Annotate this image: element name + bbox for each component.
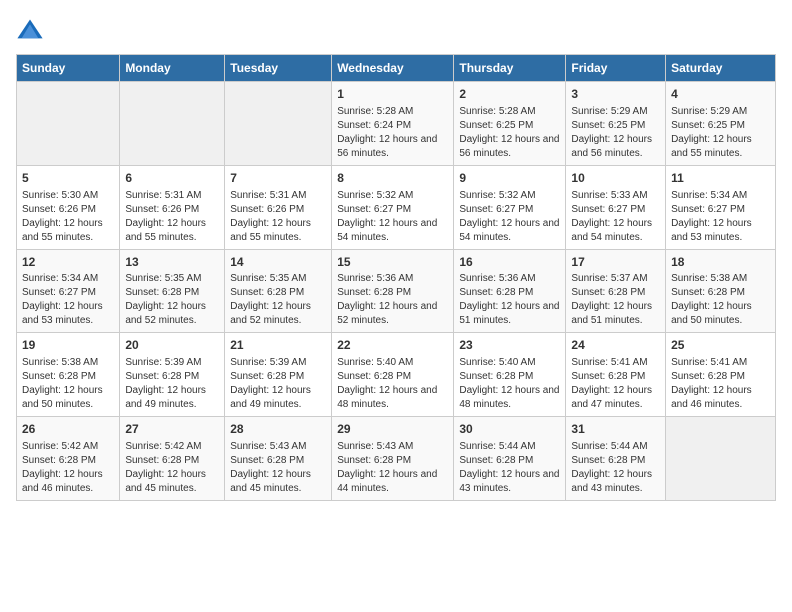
day-cell: 4Sunrise: 5:29 AM Sunset: 6:25 PM Daylig… (666, 82, 776, 166)
day-number: 7 (230, 170, 326, 187)
day-cell: 12Sunrise: 5:34 AM Sunset: 6:27 PM Dayli… (17, 249, 120, 333)
day-number: 8 (337, 170, 448, 187)
day-cell: 16Sunrise: 5:36 AM Sunset: 6:28 PM Dayli… (454, 249, 566, 333)
day-number: 24 (571, 337, 660, 354)
day-cell: 10Sunrise: 5:33 AM Sunset: 6:27 PM Dayli… (566, 165, 666, 249)
day-cell: 1Sunrise: 5:28 AM Sunset: 6:24 PM Daylig… (332, 82, 454, 166)
day-cell: 17Sunrise: 5:37 AM Sunset: 6:28 PM Dayli… (566, 249, 666, 333)
header-cell-monday: Monday (120, 55, 225, 82)
day-cell: 9Sunrise: 5:32 AM Sunset: 6:27 PM Daylig… (454, 165, 566, 249)
day-number: 9 (459, 170, 560, 187)
day-number: 18 (671, 254, 770, 271)
day-cell: 20Sunrise: 5:39 AM Sunset: 6:28 PM Dayli… (120, 333, 225, 417)
calendar-table: SundayMondayTuesdayWednesdayThursdayFrid… (16, 54, 776, 501)
day-number: 26 (22, 421, 114, 438)
day-cell: 3Sunrise: 5:29 AM Sunset: 6:25 PM Daylig… (566, 82, 666, 166)
day-cell: 6Sunrise: 5:31 AM Sunset: 6:26 PM Daylig… (120, 165, 225, 249)
day-number: 3 (571, 86, 660, 103)
day-cell: 15Sunrise: 5:36 AM Sunset: 6:28 PM Dayli… (332, 249, 454, 333)
day-cell: 25Sunrise: 5:41 AM Sunset: 6:28 PM Dayli… (666, 333, 776, 417)
day-number: 17 (571, 254, 660, 271)
day-cell (120, 82, 225, 166)
day-number: 2 (459, 86, 560, 103)
day-cell (666, 417, 776, 501)
day-number: 1 (337, 86, 448, 103)
day-cell: 7Sunrise: 5:31 AM Sunset: 6:26 PM Daylig… (225, 165, 332, 249)
day-number: 23 (459, 337, 560, 354)
day-cell (17, 82, 120, 166)
day-cell: 29Sunrise: 5:43 AM Sunset: 6:28 PM Dayli… (332, 417, 454, 501)
day-number: 5 (22, 170, 114, 187)
week-row-2: 5Sunrise: 5:30 AM Sunset: 6:26 PM Daylig… (17, 165, 776, 249)
day-cell: 26Sunrise: 5:42 AM Sunset: 6:28 PM Dayli… (17, 417, 120, 501)
day-cell: 13Sunrise: 5:35 AM Sunset: 6:28 PM Dayli… (120, 249, 225, 333)
header-row: SundayMondayTuesdayWednesdayThursdayFrid… (17, 55, 776, 82)
header-cell-tuesday: Tuesday (225, 55, 332, 82)
day-number: 29 (337, 421, 448, 438)
day-number: 30 (459, 421, 560, 438)
logo (16, 16, 48, 44)
day-number: 27 (125, 421, 219, 438)
day-cell: 30Sunrise: 5:44 AM Sunset: 6:28 PM Dayli… (454, 417, 566, 501)
day-cell: 23Sunrise: 5:40 AM Sunset: 6:28 PM Dayli… (454, 333, 566, 417)
day-number: 10 (571, 170, 660, 187)
day-number: 20 (125, 337, 219, 354)
day-number: 13 (125, 254, 219, 271)
header-cell-thursday: Thursday (454, 55, 566, 82)
day-cell: 2Sunrise: 5:28 AM Sunset: 6:25 PM Daylig… (454, 82, 566, 166)
day-number: 4 (671, 86, 770, 103)
day-cell: 14Sunrise: 5:35 AM Sunset: 6:28 PM Dayli… (225, 249, 332, 333)
header-cell-wednesday: Wednesday (332, 55, 454, 82)
logo-icon (16, 16, 44, 44)
day-number: 11 (671, 170, 770, 187)
day-number: 19 (22, 337, 114, 354)
week-row-5: 26Sunrise: 5:42 AM Sunset: 6:28 PM Dayli… (17, 417, 776, 501)
day-cell: 11Sunrise: 5:34 AM Sunset: 6:27 PM Dayli… (666, 165, 776, 249)
day-number: 21 (230, 337, 326, 354)
day-cell: 28Sunrise: 5:43 AM Sunset: 6:28 PM Dayli… (225, 417, 332, 501)
day-cell (225, 82, 332, 166)
day-cell: 21Sunrise: 5:39 AM Sunset: 6:28 PM Dayli… (225, 333, 332, 417)
week-row-4: 19Sunrise: 5:38 AM Sunset: 6:28 PM Dayli… (17, 333, 776, 417)
day-number: 28 (230, 421, 326, 438)
day-number: 31 (571, 421, 660, 438)
day-cell: 5Sunrise: 5:30 AM Sunset: 6:26 PM Daylig… (17, 165, 120, 249)
day-cell: 24Sunrise: 5:41 AM Sunset: 6:28 PM Dayli… (566, 333, 666, 417)
day-cell: 18Sunrise: 5:38 AM Sunset: 6:28 PM Dayli… (666, 249, 776, 333)
day-number: 14 (230, 254, 326, 271)
page-header (16, 16, 776, 44)
day-cell: 8Sunrise: 5:32 AM Sunset: 6:27 PM Daylig… (332, 165, 454, 249)
day-number: 22 (337, 337, 448, 354)
day-number: 16 (459, 254, 560, 271)
day-number: 6 (125, 170, 219, 187)
day-cell: 27Sunrise: 5:42 AM Sunset: 6:28 PM Dayli… (120, 417, 225, 501)
day-cell: 22Sunrise: 5:40 AM Sunset: 6:28 PM Dayli… (332, 333, 454, 417)
day-cell: 19Sunrise: 5:38 AM Sunset: 6:28 PM Dayli… (17, 333, 120, 417)
week-row-1: 1Sunrise: 5:28 AM Sunset: 6:24 PM Daylig… (17, 82, 776, 166)
header-cell-friday: Friday (566, 55, 666, 82)
header-cell-sunday: Sunday (17, 55, 120, 82)
day-cell: 31Sunrise: 5:44 AM Sunset: 6:28 PM Dayli… (566, 417, 666, 501)
day-number: 15 (337, 254, 448, 271)
header-cell-saturday: Saturday (666, 55, 776, 82)
day-number: 12 (22, 254, 114, 271)
week-row-3: 12Sunrise: 5:34 AM Sunset: 6:27 PM Dayli… (17, 249, 776, 333)
day-number: 25 (671, 337, 770, 354)
